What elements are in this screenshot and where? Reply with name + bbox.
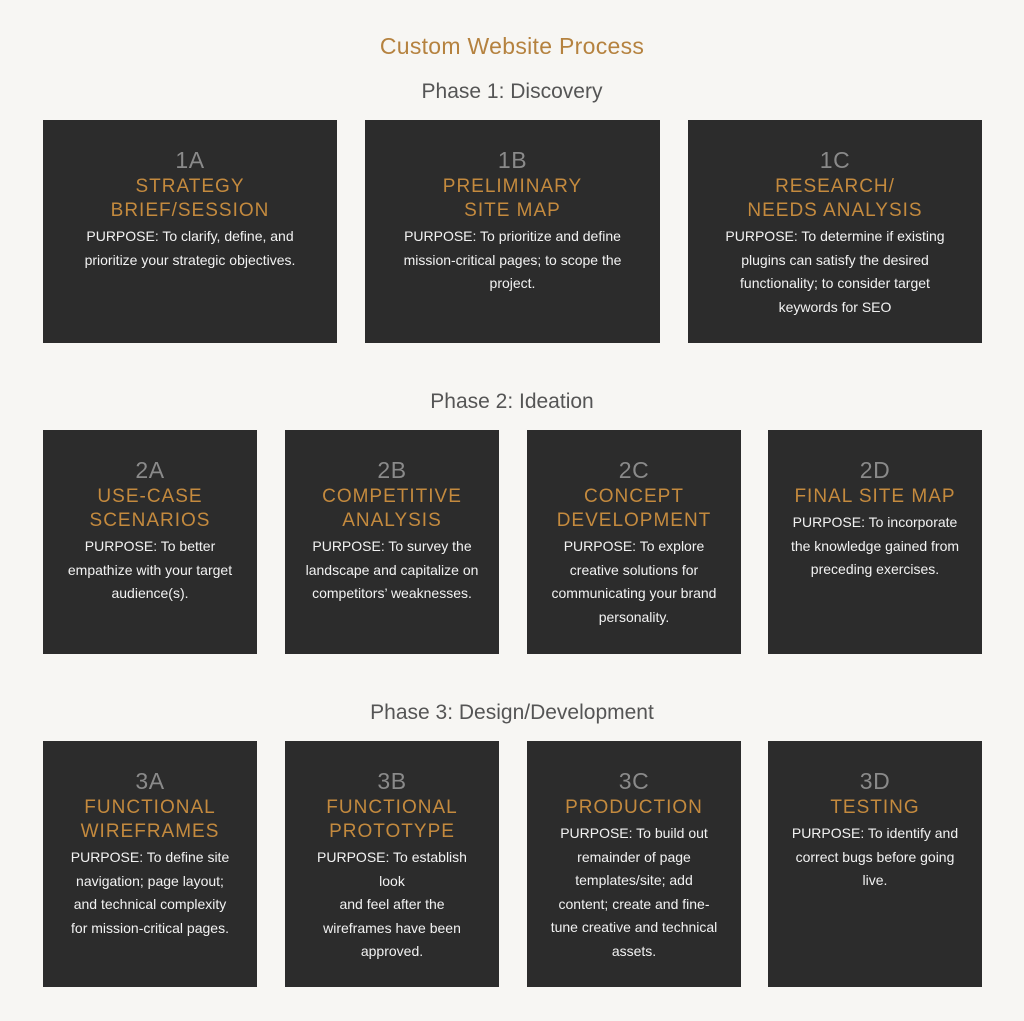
step-purpose: PURPOSE: To build out remainder of page … (550, 825, 718, 959)
phase-2-title: Phase 2: Ideation (430, 390, 594, 413)
step-code: 3A (135, 768, 165, 794)
step-purpose: PURPOSE: To better empathize with your t… (67, 538, 233, 601)
phase-1-title: Phase 1: Discovery (421, 80, 603, 103)
step-card-3d: 3D TESTING PURPOSE: To identify and corr… (768, 741, 982, 987)
step-title: STRATEGY BRIEF/SESSION (110, 176, 270, 221)
step-card-2a: 2A USE-CASE SCENARIOS PURPOSE: To better… (43, 430, 257, 654)
step-purpose: PURPOSE: To determine if existing plugin… (725, 228, 945, 315)
step-title: RESEARCH/ NEEDS ANALYSIS (747, 176, 923, 221)
step-code: 3D (859, 768, 891, 794)
step-title: USE-CASE SCENARIOS (89, 486, 211, 531)
step-purpose: PURPOSE: To prioritize and define missio… (403, 228, 622, 291)
step-code: 2B (377, 457, 407, 483)
step-code: 2D (859, 457, 891, 483)
step-purpose: PURPOSE: To establish look and feel afte… (317, 849, 467, 959)
step-title: PRELIMINARY SITE MAP (442, 176, 583, 221)
step-code: 2C (618, 457, 650, 483)
page-title: Custom Website Process (379, 33, 645, 59)
step-title: COMPETITIVE ANALYSIS (322, 486, 462, 531)
step-card-1a: 1A STRATEGY BRIEF/SESSION PURPOSE: To cl… (43, 120, 337, 343)
step-code: 1A (175, 147, 205, 173)
step-code: 3B (377, 768, 407, 794)
step-purpose: PURPOSE: To clarify, define, and priorit… (84, 228, 296, 268)
step-title: FUNCTIONAL WIREFRAMES (80, 797, 220, 842)
step-card-3b: 3B FUNCTIONAL PROTOTYPE PURPOSE: To esta… (285, 741, 499, 987)
step-card-3c: 3C PRODUCTION PURPOSE: To build out rema… (527, 741, 741, 987)
step-title: CONCEPT DEVELOPMENT (556, 486, 712, 531)
step-card-1c: 1C RESEARCH/ NEEDS ANALYSIS PURPOSE: To … (688, 120, 982, 343)
step-title: FINAL SITE MAP (794, 486, 956, 507)
step-purpose: PURPOSE: To explore creative solutions f… (551, 538, 717, 625)
step-title: FUNCTIONAL PROTOTYPE (326, 797, 458, 842)
step-card-3a: 3A FUNCTIONAL WIREFRAMES PURPOSE: To def… (43, 741, 257, 987)
step-code: 3C (618, 768, 650, 794)
step-card-2c: 2C CONCEPT DEVELOPMENT PURPOSE: To explo… (527, 430, 741, 654)
step-title: TESTING (830, 797, 920, 818)
phase-3-title: Phase 3: Design/Development (370, 701, 654, 724)
step-code: 2A (135, 457, 165, 483)
step-card-2b: 2B COMPETITIVE ANALYSIS PURPOSE: To surv… (285, 430, 499, 654)
step-card-1b: 1B PRELIMINARY SITE MAP PURPOSE: To prio… (365, 120, 660, 343)
step-code: 1C (819, 147, 851, 173)
step-purpose: PURPOSE: To incorporate the knowledge ga… (790, 514, 960, 577)
step-card-2d: 2D FINAL SITE MAP PURPOSE: To incorporat… (768, 430, 982, 654)
step-code: 1B (497, 147, 528, 173)
step-title: PRODUCTION (565, 797, 703, 818)
step-purpose: PURPOSE: To define site navigation; page… (70, 849, 230, 936)
step-purpose: PURPOSE: To identify and correct bugs be… (791, 825, 959, 888)
step-purpose: PURPOSE: To survey the landscape and cap… (305, 538, 479, 601)
